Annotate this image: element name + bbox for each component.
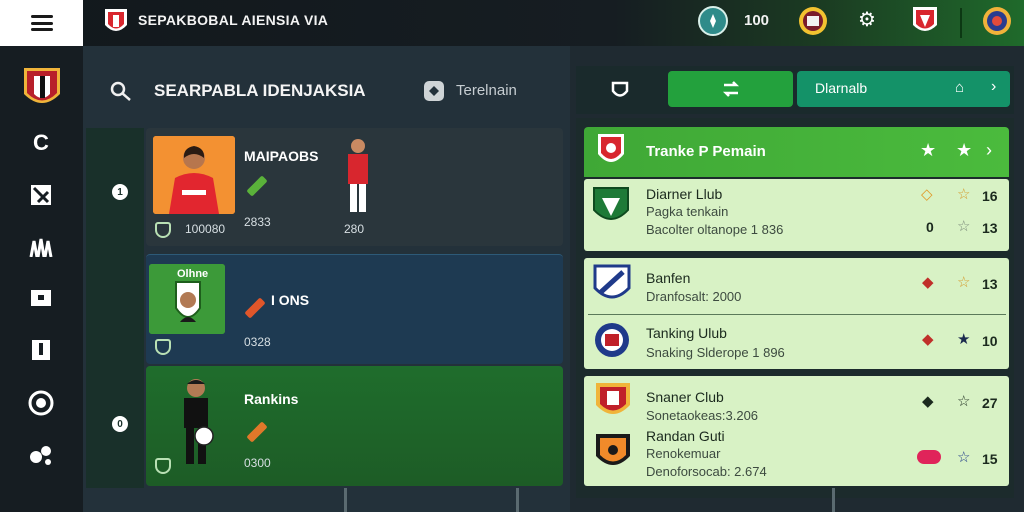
home-icon[interactable]: ⌂ (955, 79, 964, 96)
chevron-right-icon[interactable]: › (986, 140, 992, 161)
tactics-icon[interactable] (28, 182, 54, 208)
diamond-icon: ◇ (921, 186, 933, 203)
player-rating: 0328 (244, 335, 271, 349)
club-shield-icon[interactable] (22, 66, 62, 112)
toolbar-divider (960, 8, 962, 38)
ball-icon[interactable] (28, 390, 54, 416)
message-icon[interactable] (28, 286, 54, 312)
club-name: Randan Guti (646, 428, 725, 444)
rail-marker[interactable]: 1 (112, 184, 128, 200)
club-badge-icon (593, 264, 631, 299)
pitch-line (344, 488, 347, 512)
dropdown-label: Dlarnalb (815, 80, 868, 96)
diamond-icon: ◆ (922, 331, 934, 348)
player-figure-icon (348, 139, 368, 212)
shield-outline-icon[interactable] (610, 80, 630, 100)
star-icon[interactable]: ☆ (957, 394, 970, 409)
club-badge-icon (596, 434, 630, 465)
club-badge-icon (596, 383, 630, 414)
compass-icon[interactable] (698, 6, 728, 36)
card-icon[interactable] (28, 338, 54, 364)
star-outline-icon[interactable]: ☆ (957, 275, 970, 290)
player-rating: 100080 (185, 222, 226, 236)
club-rank: 13 (982, 276, 998, 292)
star-outline-icon[interactable]: ☆ (957, 219, 970, 234)
club-stats: Denoforsocab: 2.674 (646, 464, 767, 479)
club-stats: Snaking Slderope 1 896 (646, 345, 785, 360)
coin-count: 100 (744, 12, 770, 29)
club-name: Snaner Club (646, 389, 724, 405)
menu-button[interactable] (0, 0, 83, 46)
club-badge-icon (593, 187, 629, 220)
swap-icon (722, 81, 739, 97)
club-subtitle: Pagka tenkain (646, 204, 729, 219)
club-rank: 27 (982, 395, 998, 411)
transfer-icon[interactable] (28, 442, 54, 468)
star-icon[interactable]: ★ (956, 140, 972, 161)
chevron-right-icon[interactable]: › (991, 78, 996, 96)
rail-marker[interactable]: 0 (112, 416, 128, 432)
club-rank: 16 (982, 188, 998, 204)
club-stats: Bacolter oltanope 1 836 (646, 222, 784, 237)
star-icon[interactable]: ★ (957, 332, 970, 347)
filter-label[interactable]: Terelnain (456, 82, 517, 99)
status-pill (917, 450, 941, 464)
player-goals: 280 (344, 222, 365, 236)
star-icon[interactable]: ★ (920, 140, 936, 161)
club-stats: Sonetaokeas:3.206 (646, 408, 759, 423)
club-rank: 15 (982, 451, 998, 467)
diamond-icon: ◆ (922, 274, 934, 291)
star-outline-icon[interactable]: ☆ (957, 450, 970, 465)
dropdown-button[interactable]: Dlarnalb ⌂ › (797, 71, 1010, 107)
pitch-line (516, 488, 519, 512)
player-name: Rankins (244, 391, 299, 407)
star-outline-icon[interactable]: ☆ (957, 187, 970, 202)
club-mini-value: 0 (926, 219, 934, 235)
player-name: I ONS (271, 292, 310, 308)
card-rail (86, 128, 144, 488)
club-rank: 10 (982, 333, 998, 349)
squad-icon[interactable] (28, 234, 54, 260)
photo-label: Olhne (177, 268, 209, 280)
club-points: 13 (982, 220, 998, 236)
hamburger-icon (30, 15, 53, 31)
row-divider (588, 314, 1006, 315)
club-stats: Dranfosalt: 2000 (646, 289, 742, 304)
player-photo (153, 136, 235, 214)
app-title: SEPAKBOBAL AIENSIA VIA (138, 12, 329, 28)
player-figure-icon (184, 379, 214, 464)
top-bar: SEPAKBOBAL AIENSIA VIA 100 ⚙ (0, 0, 1024, 46)
club-subtitle: Renokemuar (646, 446, 721, 461)
pitch-line (832, 488, 835, 512)
club-name: Tanking Ulub (646, 325, 727, 341)
verified-icon (155, 222, 171, 238)
club-name: Banfen (646, 270, 691, 286)
club-crest-icon[interactable] (798, 5, 828, 37)
search-players-icon[interactable] (110, 80, 132, 108)
player-value: 2833 (244, 215, 271, 229)
gear-icon[interactable]: ⚙ (858, 10, 876, 30)
verified-icon (155, 339, 171, 355)
club-badge-icon (595, 323, 629, 357)
club-tab-button[interactable] (668, 71, 793, 107)
app-logo-icon (105, 9, 127, 31)
player-name: MAIPAOBS (244, 148, 319, 164)
club-name: Diarner Llub (646, 186, 723, 202)
club-shield-icon[interactable] (910, 5, 940, 37)
refresh-icon[interactable]: C (28, 130, 54, 156)
verified-icon (155, 458, 171, 474)
panel-title: Tranke P Pemain (646, 143, 766, 160)
club-shield-icon (598, 134, 624, 162)
globe-badge-icon[interactable] (982, 5, 1012, 37)
player-rating: 0300 (244, 456, 271, 470)
diamond-icon: ◆ (922, 393, 934, 410)
filter-icon[interactable] (424, 81, 444, 101)
page-title: SEARPABLA IDENJAKSIA (154, 81, 366, 100)
